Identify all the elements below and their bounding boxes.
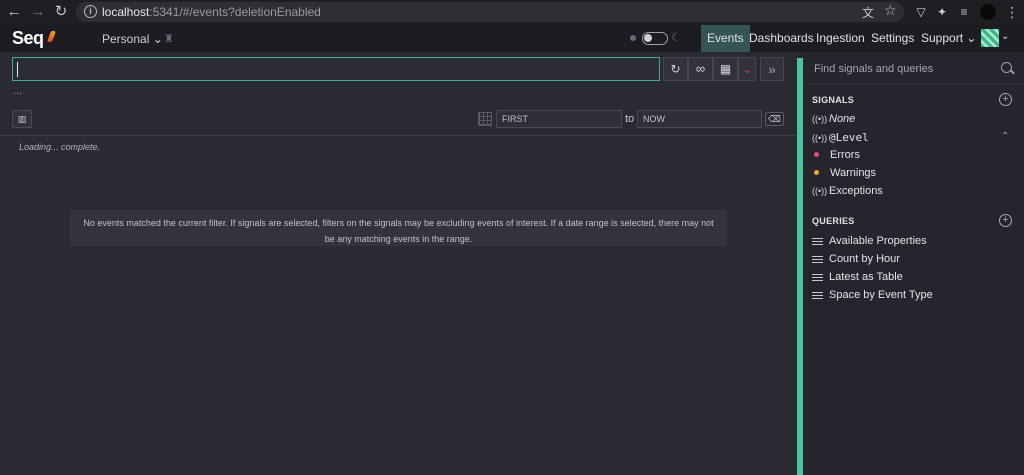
range-to-field[interactable]: NOW xyxy=(637,110,762,128)
signal-item-level[interactable]: ((•)) @Level xyxy=(812,131,869,147)
view-button[interactable]: ▦ xyxy=(713,57,738,81)
refresh-button[interactable]: ↻ xyxy=(663,57,688,81)
light-theme-icon xyxy=(630,35,636,41)
query-label: Space by Event Type xyxy=(829,289,933,301)
signal-broadcast-icon: ((•)) xyxy=(812,186,828,196)
clear-range-icon[interactable]: ⌫ xyxy=(765,112,784,126)
signal-label: Errors xyxy=(830,149,860,161)
query-item[interactable]: Count by Hour xyxy=(812,253,900,269)
error-dot-icon xyxy=(814,152,819,158)
divider xyxy=(803,84,1024,85)
nav-support[interactable]: Support ⌄ xyxy=(915,25,982,52)
histogram-icon: ▥ xyxy=(17,114,27,124)
signal-label: None xyxy=(829,113,856,125)
url-path: :5341/#/events?deletionEnabled xyxy=(149,5,321,19)
expand-sidebar-button[interactable]: » xyxy=(760,57,784,81)
loading-status: Loading... complete. xyxy=(19,142,101,152)
signal-broadcast-icon: ((•)) xyxy=(812,114,828,124)
signal-broadcast-icon: ((•)) xyxy=(812,133,828,143)
signal-label: @Level xyxy=(829,131,869,144)
query-item[interactable]: Latest as Table xyxy=(812,271,903,287)
chevron-down-icon: ⌄ xyxy=(152,32,163,46)
filter-input[interactable] xyxy=(12,57,660,81)
histogram-button[interactable]: ▥ xyxy=(12,110,32,128)
signal-item-none[interactable]: ((•)) None xyxy=(812,113,855,129)
link-button[interactable]: ∞ xyxy=(688,57,713,81)
query-item[interactable]: Available Properties xyxy=(812,235,927,251)
back-arrow-icon[interactable]: ← xyxy=(5,3,23,21)
profile-avatar[interactable] xyxy=(980,4,996,20)
signal-item-warnings[interactable]: Warnings xyxy=(812,167,876,183)
nav-support-label: Support xyxy=(921,31,964,45)
dark-theme-moon-icon: ☾ xyxy=(671,32,681,44)
reload-icon[interactable]: ↻ xyxy=(52,3,70,21)
extensions-puzzle-icon[interactable]: ✦ xyxy=(934,4,950,20)
double-chevron-right-icon: » xyxy=(768,61,776,77)
query-label: Latest as Table xyxy=(829,271,903,283)
empty-results-message: No events matched the current filter. If… xyxy=(83,218,714,244)
divider xyxy=(0,135,797,136)
app-header: Seq Personal ⌄ ♜ ☾ Events Dashboards Ing… xyxy=(0,25,1024,52)
reading-list-icon[interactable]: ≡ xyxy=(956,4,972,20)
url-host: localhost xyxy=(102,5,150,19)
signal-item-errors[interactable]: Errors xyxy=(812,149,860,165)
grid-view-icon: ▦ xyxy=(719,62,732,76)
bookmark-star-icon[interactable]: ☆ xyxy=(884,2,897,19)
events-pane: ↻ ∞ ▦ ⌄ » ... ▥ FIRST to NOW ⌫ Loading..… xyxy=(0,52,797,475)
search-icon[interactable] xyxy=(1001,62,1012,73)
address-url: localhost:5341/#/events?deletionEnabled xyxy=(102,5,321,19)
site-info-icon[interactable]: i xyxy=(84,5,97,18)
signals-sidebar: Find signals and queries SIGNALS + ((•))… xyxy=(803,52,1024,475)
address-bar[interactable]: i localhost:5341/#/events?deletionEnable… xyxy=(76,2,904,22)
query-list-icon xyxy=(812,291,823,300)
forward-arrow-icon[interactable]: → xyxy=(29,3,47,21)
query-label: Count by Hour xyxy=(829,253,900,265)
text-cursor xyxy=(17,62,18,77)
user-avatar[interactable] xyxy=(981,29,999,47)
signals-heading: SIGNALS xyxy=(812,95,855,105)
signal-item-exceptions[interactable]: ((•)) Exceptions xyxy=(812,185,883,201)
chevron-down-icon[interactable]: ⌄ xyxy=(1001,31,1009,42)
chevron-down-icon: ⌄ xyxy=(966,31,977,45)
range-from-field[interactable]: FIRST xyxy=(496,110,622,128)
refresh-icon: ↻ xyxy=(670,62,681,76)
view-dropdown-button[interactable]: ⌄ xyxy=(738,57,756,81)
browser-toolbar: ← → ↻ i localhost:5341/#/events?deletion… xyxy=(0,0,1024,25)
queries-heading: QUERIES xyxy=(812,216,855,226)
seq-logo[interactable]: Seq xyxy=(12,28,44,49)
query-list-icon xyxy=(812,255,823,264)
empty-results-notice: No events matched the current filter. If… xyxy=(70,210,727,246)
chevron-down-icon: ⌄ xyxy=(741,62,753,76)
translate-icon[interactable]: 文 xyxy=(862,4,874,21)
workspace-pin-icon[interactable]: ♜ xyxy=(164,32,174,45)
workspace-selector[interactable]: Personal ⌄ xyxy=(102,32,163,46)
signal-label: Exceptions xyxy=(829,185,883,197)
theme-toggle-knob xyxy=(644,34,652,42)
nav-settings[interactable]: Settings xyxy=(865,25,920,52)
link-icon: ∞ xyxy=(695,61,706,76)
add-query-icon[interactable]: + xyxy=(999,214,1012,227)
seq-logo-flame-icon xyxy=(46,31,57,42)
theme-toggle[interactable] xyxy=(642,32,668,45)
sidebar-search-input[interactable]: Find signals and queries xyxy=(814,63,933,75)
query-item[interactable]: Space by Event Type xyxy=(812,289,933,305)
warning-dot-icon xyxy=(814,170,819,176)
signal-label: Warnings xyxy=(830,167,877,179)
collapse-chevron-icon[interactable]: ⌃ xyxy=(1001,131,1009,142)
browser-menu-icon[interactable]: ⋮ xyxy=(1004,4,1020,20)
more-options[interactable]: ... xyxy=(13,85,22,97)
extension-vue-icon[interactable]: ▽ xyxy=(913,4,929,20)
add-signal-icon[interactable]: + xyxy=(999,93,1012,106)
range-to-label: to xyxy=(625,113,635,125)
calendar-icon[interactable] xyxy=(478,112,492,126)
query-list-icon xyxy=(812,237,823,246)
workspace-label: Personal xyxy=(102,32,150,46)
nav-ingestion[interactable]: Ingestion xyxy=(810,25,871,52)
nav-dashboards[interactable]: Dashboards xyxy=(743,25,820,52)
query-list-icon xyxy=(812,273,823,282)
query-label: Available Properties xyxy=(829,235,927,247)
